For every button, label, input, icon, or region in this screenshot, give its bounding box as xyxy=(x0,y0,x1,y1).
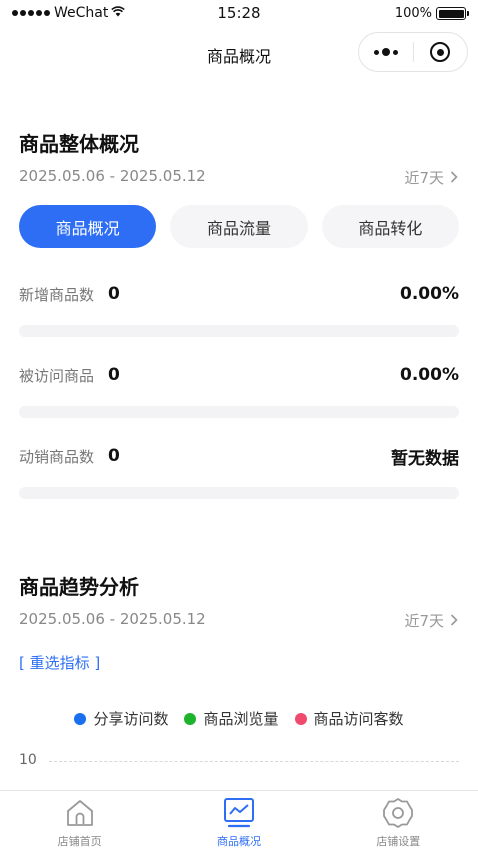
legend-label: 分享访问数 xyxy=(93,710,169,728)
battery-icon xyxy=(436,7,469,20)
tab-product-traffic[interactable]: 商品流量 xyxy=(170,205,308,248)
metric-progress-bar xyxy=(19,487,459,499)
legend-dot xyxy=(184,712,197,725)
metric-count: 0 xyxy=(108,284,120,304)
battery-status: 100% xyxy=(394,6,469,21)
trend-range-selector[interactable]: 近7天 xyxy=(404,610,458,631)
legend-dot xyxy=(294,712,307,725)
trend-chart: 10 xyxy=(19,750,459,788)
battery-percent: 100% xyxy=(394,6,432,21)
tabbar-item-store-home[interactable]: 店铺首页 xyxy=(0,791,159,850)
more-menu-icon[interactable] xyxy=(359,33,413,71)
metric-count: 0 xyxy=(108,365,120,385)
tab-product-conversion[interactable]: 商品转化 xyxy=(321,205,459,248)
tabbar-item-product-overview[interactable]: 商品概况 xyxy=(159,791,318,850)
tabbar-item-store-settings[interactable]: 店铺设置 xyxy=(319,791,478,850)
status-bar: WeChat 15:28 100% xyxy=(0,0,478,28)
target-icon xyxy=(430,42,451,62)
trend-title: 商品趋势分析 xyxy=(19,575,139,599)
mini-program-capsule xyxy=(358,32,468,72)
tabbar-label: 店铺首页 xyxy=(57,835,102,848)
metric-value: 暂无数据 xyxy=(391,448,459,469)
metric-value: 0.00% xyxy=(400,365,459,385)
legend-item-page-views[interactable]: 商品浏览量 xyxy=(184,708,279,729)
chart-legend: 分享访问数 商品浏览量 商品访问客数 xyxy=(0,708,478,729)
metric-count: 0 xyxy=(108,446,120,466)
chevron-right-icon xyxy=(450,169,458,187)
chevron-right-icon xyxy=(450,612,458,630)
metric-label: 动销商品数 xyxy=(19,447,95,466)
metric-label: 新增商品数 xyxy=(19,285,95,304)
trend-range-label: 近7天 xyxy=(404,612,444,630)
tabbar-label: 店铺设置 xyxy=(376,835,421,848)
metric-value: 0.00% xyxy=(400,284,459,304)
chart-gridline xyxy=(49,761,459,762)
trend-date-range: 2025.05.06 - 2025.05.12 xyxy=(19,610,206,628)
metric-selling-products: 动销商品数 0 暂无数据 xyxy=(19,443,459,499)
legend-label: 商品浏览量 xyxy=(203,710,279,728)
home-icon xyxy=(63,796,97,830)
overview-title: 商品整体概况 xyxy=(19,132,139,156)
overview-range-selector[interactable]: 近7天 xyxy=(404,167,458,188)
gear-icon xyxy=(381,796,415,830)
metric-visited-products: 被访问商品 0 0.00% xyxy=(19,362,459,418)
close-mini-program-button[interactable] xyxy=(414,33,468,71)
overview-tabs: 商品概况 商品流量 商品转化 xyxy=(19,205,459,248)
reselect-metrics-link[interactable]: [ 重选指标 ] xyxy=(19,652,100,673)
legend-item-visitors[interactable]: 商品访问客数 xyxy=(294,708,404,729)
metric-new-products: 新增商品数 0 0.00% xyxy=(19,281,459,337)
nav-bar: 商品概况 xyxy=(0,28,478,78)
overview-range-label: 近7天 xyxy=(404,169,444,187)
legend-dot xyxy=(74,712,87,725)
legend-item-share-visits[interactable]: 分享访问数 xyxy=(74,708,168,729)
metric-progress-bar xyxy=(19,406,459,418)
metric-progress-bar xyxy=(19,325,459,337)
metric-label: 被访问商品 xyxy=(19,366,95,385)
legend-label: 商品访问客数 xyxy=(313,710,404,728)
bottom-tab-bar: 店铺首页 商品概况 店铺设置 xyxy=(0,790,478,850)
tab-product-overview[interactable]: 商品概况 xyxy=(19,205,157,248)
overview-date-range: 2025.05.06 - 2025.05.12 xyxy=(19,167,206,185)
y-axis-tick: 10 xyxy=(19,752,37,768)
tabbar-label: 商品概况 xyxy=(216,835,261,848)
trend-chart-icon xyxy=(222,796,256,830)
